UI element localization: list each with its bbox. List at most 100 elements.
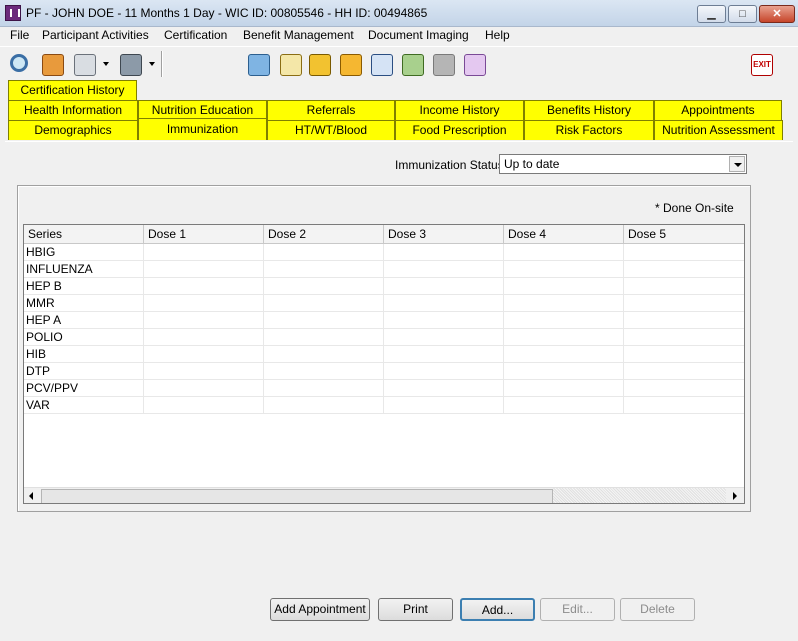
immunization-status-select[interactable]: Up to date (499, 154, 747, 174)
minimize-button[interactable]: ▁ (697, 5, 726, 23)
table-row[interactable]: INFLUENZA (24, 261, 744, 278)
tab-ht-wt-blood[interactable]: HT/WT/Blood (267, 120, 395, 140)
table-row[interactable]: HBIG (24, 244, 744, 261)
scroll-right-icon[interactable] (726, 488, 743, 503)
table-row[interactable]: HEP B (24, 278, 744, 295)
immunization-grid[interactable]: Series Dose 1 Dose 2 Dose 3 Dose 4 Dose … (23, 224, 745, 504)
add-appointment-button[interactable]: Add Appointment (270, 598, 370, 621)
dose-cell (624, 329, 744, 346)
toolbar-separator (161, 51, 163, 77)
dose-cell (384, 278, 504, 295)
menu-document-imaging[interactable]: Document Imaging (368, 28, 469, 42)
dose-cell (264, 380, 384, 397)
close-button[interactable]: ✕ (759, 5, 795, 23)
folder-button[interactable] (459, 49, 489, 79)
tab-income-history[interactable]: Income History (395, 100, 524, 120)
dose-cell (384, 295, 504, 312)
dose-cell (384, 329, 504, 346)
tab-referrals[interactable]: Referrals (267, 100, 395, 120)
participants-button[interactable] (37, 49, 67, 79)
print-toolbar-button[interactable] (69, 49, 99, 79)
table-row[interactable]: DTP (24, 363, 744, 380)
dose-cell (504, 363, 624, 380)
scrollbar-track[interactable] (553, 488, 726, 503)
dose-cell (144, 312, 264, 329)
dose-cell (384, 261, 504, 278)
note-icon (340, 54, 362, 76)
certificate-button[interactable] (366, 49, 396, 79)
tab-immunization[interactable]: Immunization (138, 118, 267, 140)
dose-cell (384, 380, 504, 397)
series-cell: PCV/PPV (24, 380, 144, 397)
tab-certification-history[interactable]: Certification History (8, 80, 137, 100)
table-row[interactable]: HEP A (24, 312, 744, 329)
tab-appointments[interactable]: Appointments (654, 100, 782, 120)
table-row[interactable]: MMR (24, 295, 744, 312)
participants-icon (42, 54, 64, 76)
dose-cell (264, 329, 384, 346)
menu-help[interactable]: Help (485, 28, 510, 42)
tab-nutrition-education[interactable]: Nutrition Education (138, 100, 267, 120)
menu-benefit-management[interactable]: Benefit Management (243, 28, 354, 42)
note-button[interactable] (335, 49, 365, 79)
dose-cell (384, 397, 504, 414)
print-button[interactable]: Print (378, 598, 453, 621)
dose-cell (384, 346, 504, 363)
column-header-dose-5[interactable]: Dose 5 (624, 225, 744, 244)
scroll-left-icon[interactable] (24, 488, 41, 503)
dose-cell (264, 261, 384, 278)
horizontal-scrollbar[interactable] (24, 487, 744, 503)
window-title: PF - JOHN DOE - 11 Months 1 Day - WIC ID… (26, 6, 428, 20)
series-cell: POLIO (24, 329, 144, 346)
calendar-icon (280, 54, 302, 76)
chevron-down-icon[interactable] (729, 156, 745, 172)
checkbook-button[interactable] (397, 49, 427, 79)
tools-icon (120, 54, 142, 76)
column-header-dose-1[interactable]: Dose 1 (144, 225, 264, 244)
dose-cell (624, 244, 744, 261)
edit-button[interactable]: Edit... (540, 598, 615, 621)
dose-cell (264, 295, 384, 312)
tab-health-information[interactable]: Health Information (8, 100, 138, 120)
table-row[interactable]: PCV/PPV (24, 380, 744, 397)
card-reader-icon (433, 54, 455, 76)
menu-participant-activities[interactable]: Participant Activities (42, 28, 149, 42)
print-dropdown[interactable] (100, 49, 112, 79)
table-row[interactable]: POLIO (24, 329, 744, 346)
menu-file[interactable]: File (10, 28, 29, 42)
alert-button[interactable] (304, 49, 334, 79)
series-cell: VAR (24, 397, 144, 414)
scrollbar-thumb[interactable] (41, 489, 553, 503)
calendar-button[interactable] (275, 49, 305, 79)
maximize-button[interactable]: □ (728, 5, 757, 23)
dose-cell (624, 261, 744, 278)
dose-cell (624, 295, 744, 312)
column-header-dose-2[interactable]: Dose 2 (264, 225, 384, 244)
tab-benefits-history[interactable]: Benefits History (524, 100, 654, 120)
tools-button[interactable] (115, 49, 145, 79)
tools-dropdown[interactable] (146, 49, 158, 79)
dose-cell (144, 295, 264, 312)
tab-demographics[interactable]: Demographics (8, 120, 138, 140)
search-button[interactable] (5, 49, 35, 79)
column-header-series[interactable]: Series (24, 225, 144, 244)
title-bar: PF - JOHN DOE - 11 Months 1 Day - WIC ID… (0, 0, 798, 27)
menu-certification[interactable]: Certification (164, 28, 227, 42)
checkbook-icon (402, 54, 424, 76)
column-header-dose-4[interactable]: Dose 4 (504, 225, 624, 244)
tab-food-prescription[interactable]: Food Prescription (395, 120, 524, 140)
immunization-status-label: Immunization Status (395, 158, 504, 172)
column-header-dose-3[interactable]: Dose 3 (384, 225, 504, 244)
table-row[interactable]: HIB (24, 346, 744, 363)
tab-risk-factors[interactable]: Risk Factors (524, 120, 654, 140)
series-cell: HIB (24, 346, 144, 363)
table-row[interactable]: VAR (24, 397, 744, 414)
delete-button[interactable]: Delete (620, 598, 695, 621)
dose-cell (144, 244, 264, 261)
add-button[interactable]: Add... (460, 598, 535, 621)
tab-nutrition-assessment[interactable]: Nutrition Assessment (654, 120, 783, 140)
done-on-site-note: * Done On-site (655, 201, 734, 215)
exit-button[interactable]: EXIT (746, 49, 776, 79)
map-button[interactable] (243, 49, 273, 79)
card-reader-button[interactable] (428, 49, 458, 79)
